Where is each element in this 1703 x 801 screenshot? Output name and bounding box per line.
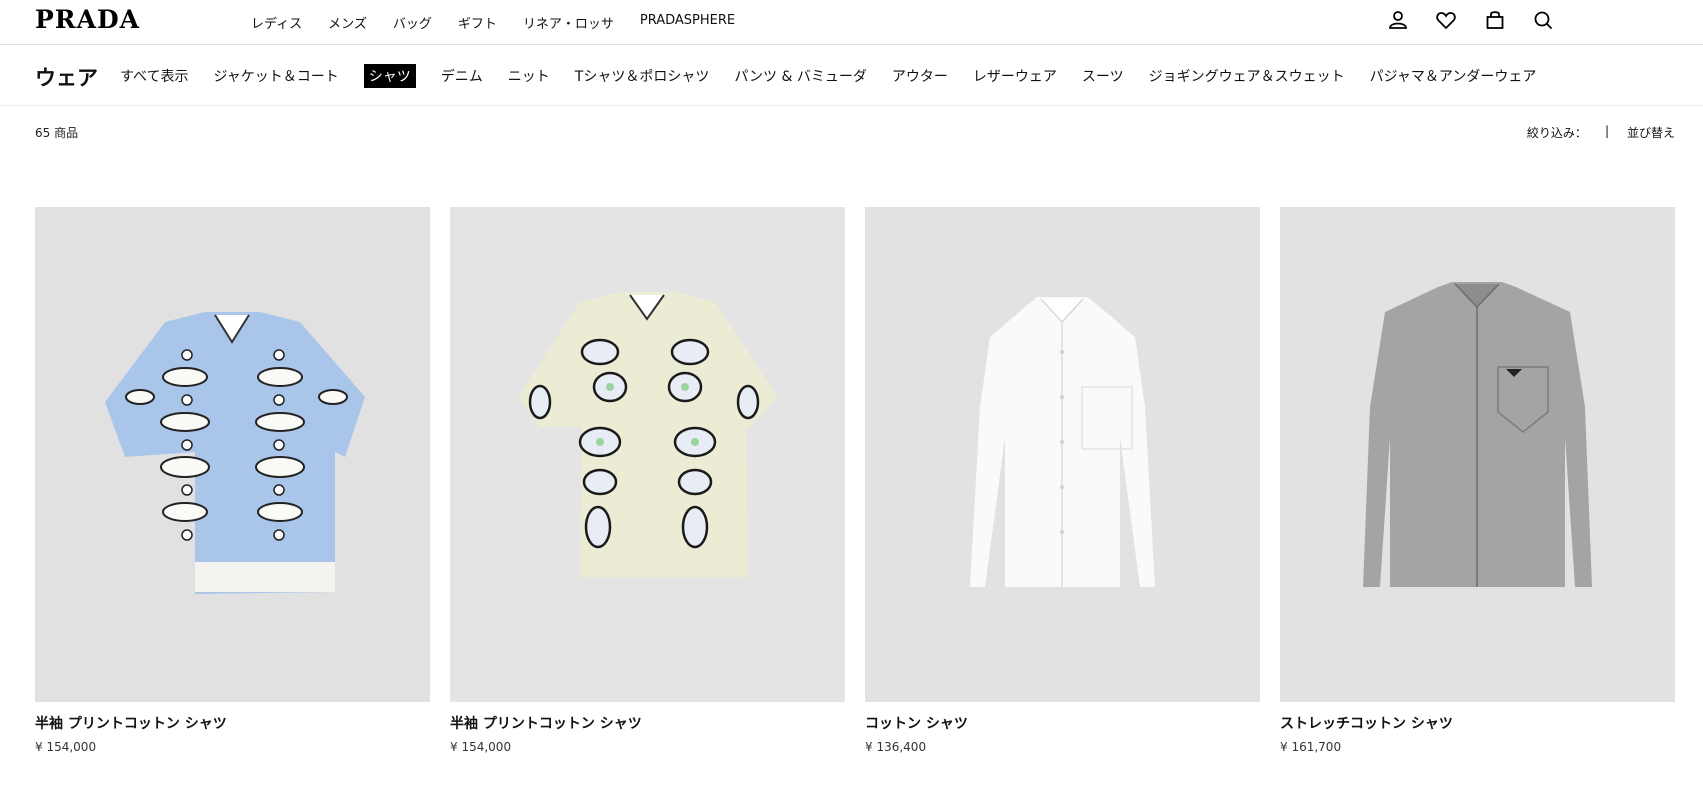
product-price: ¥ 136,400: [865, 740, 927, 754]
subnav-item-suits[interactable]: スーツ: [1082, 64, 1124, 88]
nav-item-pradasphere[interactable]: PRADASPHERE: [640, 13, 735, 32]
sort-button[interactable]: 並び替え: [1627, 124, 1675, 141]
product-price: ¥ 154,000: [450, 740, 512, 754]
product-image[interactable]: [450, 207, 845, 702]
filter-sort-separator: |: [1604, 124, 1609, 138]
subnav-item-knit[interactable]: ニット: [508, 64, 550, 88]
product-image[interactable]: [1280, 207, 1675, 702]
product-image[interactable]: [35, 207, 430, 702]
subnav-item-jackets-coats[interactable]: ジャケット＆コート: [213, 64, 338, 88]
product-name[interactable]: コットン シャツ: [865, 713, 1260, 733]
white-cotton-shirt-image: [865, 207, 1260, 702]
subnav-item-jogging-sweats[interactable]: ジョギングウェア＆スウェット: [1149, 64, 1345, 88]
product-price: ¥ 154,000: [35, 740, 97, 754]
account-icon[interactable]: [1387, 9, 1409, 31]
nav-item-bags[interactable]: バッグ: [393, 13, 432, 32]
product-card[interactable]: コットン シャツ ¥ 136,400: [865, 207, 1260, 754]
product-price: ¥ 161,700: [1280, 740, 1342, 754]
subnav-item-pants-bermuda[interactable]: パンツ & バミューダ: [734, 64, 867, 88]
category-title: ウェア: [35, 66, 98, 90]
grey-zip-shirt-image: [1280, 207, 1675, 702]
prada-logo[interactable]: PRADA: [35, 5, 140, 34]
main-nav: レディス メンズ バッグ ギフト リネア・ロッサ PRADASPHERE: [251, 13, 761, 32]
product-name[interactable]: ストレッチコットン シャツ: [1280, 713, 1675, 733]
subnav-item-leatherwear[interactable]: レザーウェア: [973, 64, 1057, 88]
subnav-item-outerwear[interactable]: アウター: [892, 64, 948, 88]
shopping-bag-icon[interactable]: [1484, 9, 1506, 31]
subnav-item-denim[interactable]: デニム: [441, 64, 483, 88]
filter-button[interactable]: 絞り込み：: [1527, 124, 1587, 141]
product-count: 65 商品: [35, 126, 79, 140]
filter-sort-controls: 絞り込み： | 並び替え: [1527, 124, 1675, 141]
nav-item-ladies[interactable]: レディス: [251, 13, 302, 32]
product-grid: 半袖 プリントコットン シャツ ¥ 154,000 半袖 プリントコットン シャ…: [35, 207, 1675, 767]
top-header: PRADA レディス メンズ バッグ ギフト リネア・ロッサ PRADASPHE…: [0, 0, 1703, 45]
subnav-item-pajamas-underwear[interactable]: パジャマ＆アンダーウェア: [1370, 64, 1537, 88]
wishlist-heart-icon[interactable]: [1435, 9, 1457, 31]
subnav-item-tshirts-polos[interactable]: Tシャツ＆ポロシャツ: [575, 64, 710, 88]
nav-item-gifts[interactable]: ギフト: [458, 13, 497, 32]
blue-floral-shirt-image: [35, 207, 430, 702]
subnav-item-all[interactable]: すべて表示: [120, 64, 188, 88]
nav-item-mens[interactable]: メンズ: [328, 13, 367, 32]
category-bar: ウェア すべて表示 ジャケット＆コート シャツ デニム ニット Tシャツ＆ポロシ…: [0, 45, 1703, 106]
product-card[interactable]: 半袖 プリントコットン シャツ ¥ 154,000: [35, 207, 430, 754]
nav-item-linea-rossa[interactable]: リネア・ロッサ: [523, 13, 614, 32]
subnav-item-shirts[interactable]: シャツ: [363, 64, 416, 88]
product-image[interactable]: [865, 207, 1260, 702]
search-icon[interactable]: [1532, 9, 1554, 31]
cream-floral-shirt-image: [450, 207, 845, 702]
product-card[interactable]: ストレッチコットン シャツ ¥ 161,700: [1280, 207, 1675, 754]
product-name[interactable]: 半袖 プリントコットン シャツ: [450, 713, 845, 733]
category-subnav: すべて表示 ジャケット＆コート シャツ デニム ニット Tシャツ＆ポロシャツ パ…: [120, 64, 1561, 88]
product-name[interactable]: 半袖 プリントコットン シャツ: [35, 713, 430, 733]
product-card[interactable]: 半袖 プリントコットン シャツ ¥ 154,000: [450, 207, 845, 754]
